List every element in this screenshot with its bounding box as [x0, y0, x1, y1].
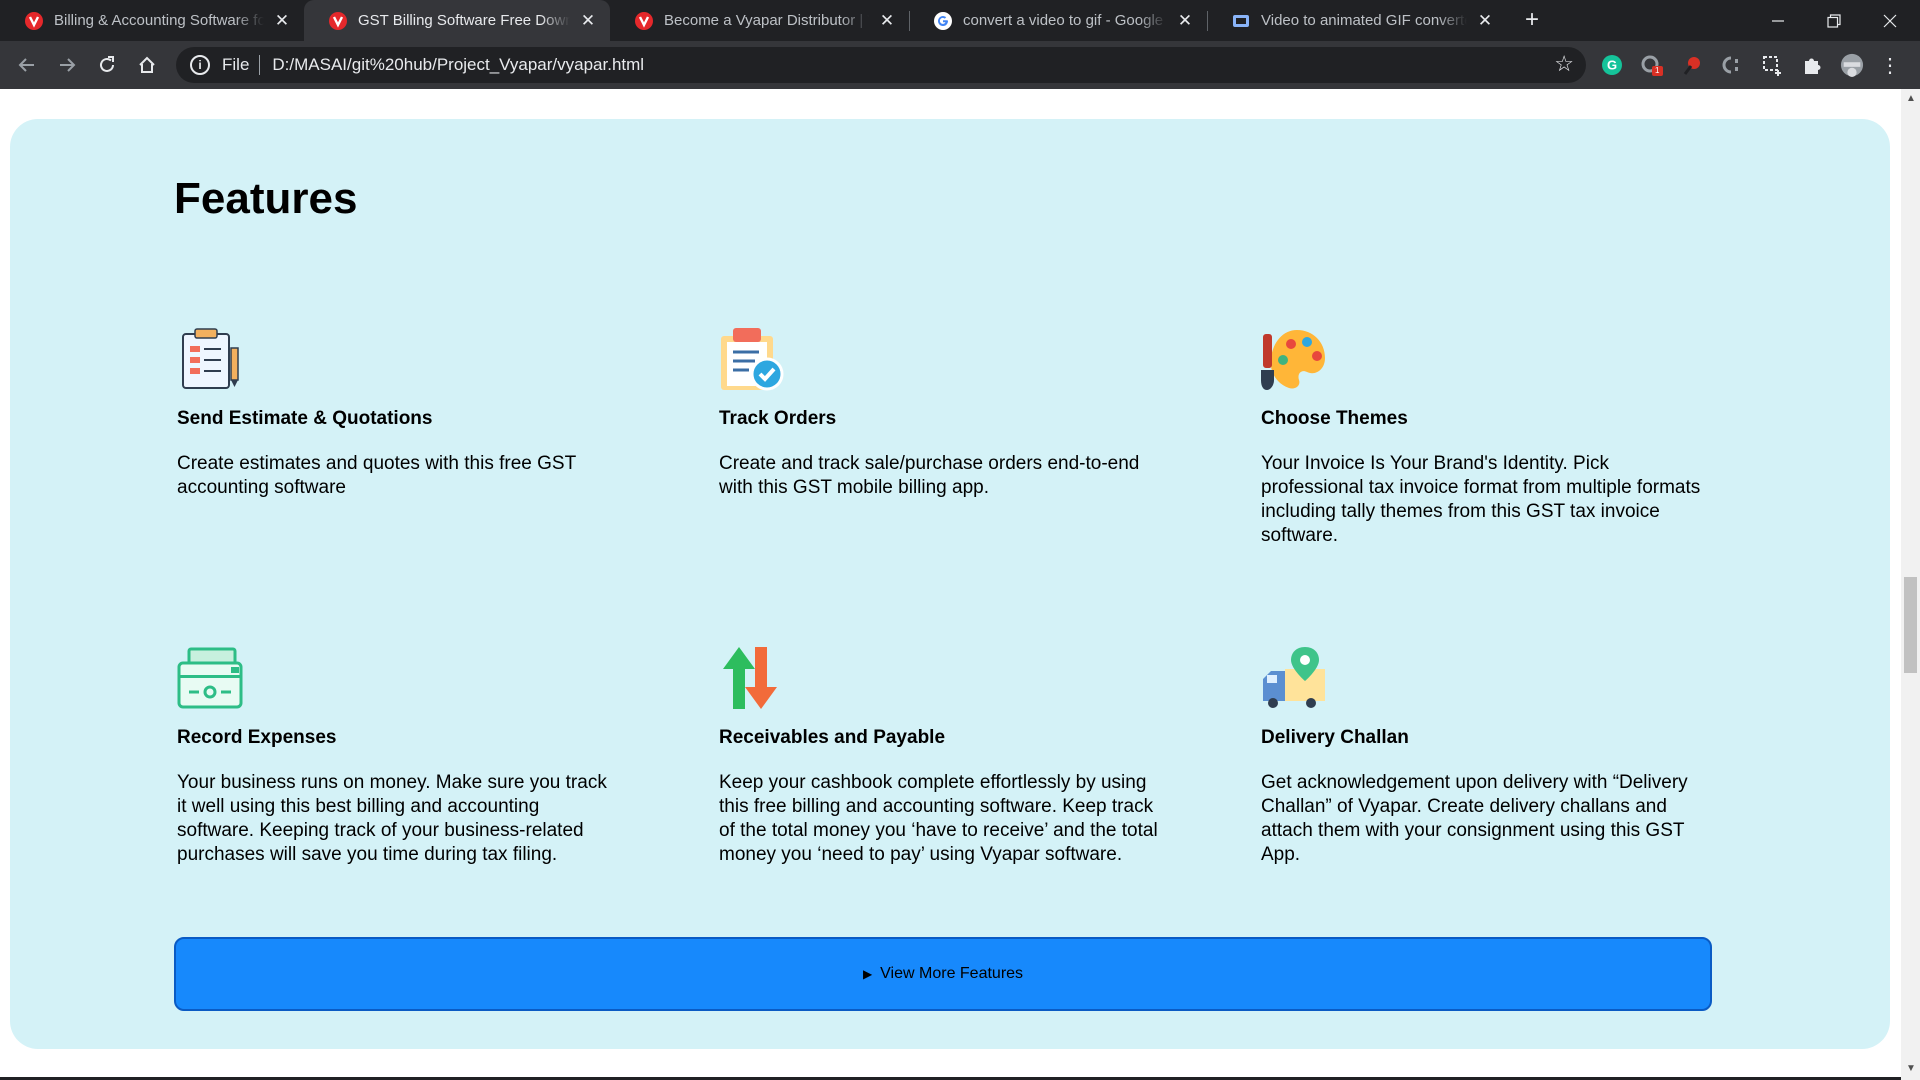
estimate-document-icon — [177, 326, 243, 392]
browser-tab[interactable]: Video to animated GIF converter ✕ — [1207, 0, 1507, 41]
feature-description: Create estimates and quotes with this fr… — [177, 453, 576, 498]
view-more-features-button[interactable]: ▶ View More Features — [174, 937, 1712, 1011]
scroll-down-arrow-icon[interactable]: ▼ — [1906, 1063, 1916, 1074]
home-button[interactable] — [133, 51, 161, 79]
extension-with-badge-icon[interactable]: 1 — [1640, 53, 1664, 77]
tab-close-icon[interactable]: ✕ — [1475, 11, 1495, 31]
feature-description: Your Invoice Is Your Brand's Identity. P… — [1261, 453, 1701, 546]
screenshot-extension-icon[interactable] — [1760, 53, 1784, 77]
browser-toolbar: i File D:/MASAI/git%20hub/Project_Vyapar… — [0, 41, 1920, 89]
up-down-arrows-icon — [719, 645, 785, 711]
scroll-up-arrow-icon[interactable]: ▲ — [1906, 93, 1916, 104]
vyapar-favicon-icon — [634, 11, 654, 31]
close-icon — [1883, 14, 1897, 27]
extensions-puzzle-icon[interactable] — [1800, 53, 1824, 77]
feature-description: Your business runs on money. Make sure y… — [177, 772, 607, 865]
page-scrollbar[interactable]: ▲ ▼ — [1901, 89, 1920, 1080]
close-window-button[interactable] — [1862, 0, 1918, 41]
scrollbar-thumb[interactable] — [1904, 577, 1917, 673]
wallet-icon — [177, 645, 243, 711]
url-text[interactable]: D:/MASAI/git%20hub/Project_Vyapar/vyapar… — [272, 55, 644, 75]
feature-title: Choose Themes — [1261, 408, 1408, 429]
feature-title: Delivery Challan — [1261, 727, 1409, 748]
browser-tab[interactable]: Billing & Accounting Software for Small … — [0, 0, 304, 41]
back-button[interactable] — [13, 51, 41, 79]
minimize-icon — [1772, 19, 1784, 22]
scheme-label: File — [222, 55, 250, 74]
ezgif-favicon-icon — [1231, 11, 1251, 31]
browser-menu-icon[interactable]: ⋮ — [1880, 53, 1900, 77]
feature-card: Choose Themes Your Invoice Is Your Brand… — [1261, 326, 1701, 548]
profile-avatar-icon[interactable] — [1840, 53, 1864, 77]
tab-close-icon[interactable]: ✕ — [1175, 11, 1195, 31]
site-info-icon[interactable]: i — [190, 55, 210, 75]
restore-button[interactable] — [1806, 0, 1862, 41]
feature-title: Receivables and Payable — [719, 727, 946, 748]
feature-description: Get acknowledgement upon delivery with “… — [1261, 772, 1688, 865]
browser-tab[interactable]: Become a Vyapar Distributor | Vyapar ✕ — [610, 0, 909, 41]
feature-description: Create and track sale/purchase orders en… — [719, 453, 1140, 498]
address-bar[interactable]: i File D:/MASAI/git%20hub/Project_Vyapar… — [176, 47, 1586, 83]
pen-extension-icon[interactable] — [1680, 53, 1704, 77]
feature-card: Delivery Challan Get acknowledgement upo… — [1261, 645, 1701, 867]
svg-text:G: G — [1607, 58, 1617, 73]
feature-title: Record Expenses — [177, 727, 337, 748]
page-viewport: Features Send Estimate & Quotations Crea… — [0, 89, 1901, 1080]
tab-close-icon[interactable]: ✕ — [578, 11, 598, 31]
tab-title: Video to animated GIF converter — [1261, 12, 1467, 29]
code-extension-icon[interactable] — [1720, 53, 1744, 77]
forward-button[interactable] — [53, 51, 81, 79]
restore-icon — [1827, 13, 1841, 28]
home-icon — [139, 56, 155, 73]
feature-card: Receivables and Payable Keep your cashbo… — [719, 645, 1159, 867]
feature-card: Send Estimate & Quotations Create estima… — [177, 326, 617, 500]
checklist-clipboard-icon — [719, 326, 785, 392]
vyapar-favicon-icon — [24, 11, 44, 31]
minimize-button[interactable] — [1750, 0, 1806, 41]
google-favicon-icon — [933, 11, 953, 31]
paint-palette-icon — [1261, 326, 1327, 392]
feature-title: Track Orders — [719, 408, 837, 429]
bookmark-star-icon[interactable]: ☆ — [1554, 53, 1574, 75]
reload-button[interactable] — [93, 51, 121, 79]
delivery-truck-icon — [1261, 645, 1327, 711]
back-arrow-icon — [18, 58, 34, 72]
browser-tab-strip: Billing & Accounting Software for Small … — [0, 0, 1920, 41]
browser-tab-active[interactable]: GST Billing Software Free Download ✕ — [304, 0, 610, 41]
extension-badge: 1 — [1655, 66, 1660, 75]
forward-arrow-icon — [60, 58, 76, 72]
reload-icon — [100, 56, 114, 72]
new-tab-button[interactable]: + — [1519, 8, 1545, 34]
address-divider — [259, 55, 261, 75]
tab-close-icon[interactable]: ✕ — [272, 11, 292, 31]
vyapar-favicon-icon — [328, 11, 348, 31]
tab-close-icon[interactable]: ✕ — [877, 11, 897, 31]
tab-title: Billing & Accounting Software for Small … — [54, 12, 264, 29]
view-more-label: View More Features — [880, 965, 1024, 982]
disclosure-triangle-icon: ▶ — [862, 967, 873, 981]
feature-description: Keep your cashbook complete effortlessly… — [719, 772, 1158, 865]
feature-title: Send Estimate & Quotations — [177, 408, 433, 429]
features-section: Features Send Estimate & Quotations Crea… — [10, 119, 1890, 1049]
tab-title: convert a video to gif - Google Search — [963, 12, 1167, 29]
browser-tab[interactable]: convert a video to gif - Google Search ✕ — [909, 0, 1207, 41]
feature-card: Record Expenses Your business runs on mo… — [177, 645, 617, 867]
grammarly-extension-icon[interactable]: G — [1600, 53, 1624, 77]
tab-title: Become a Vyapar Distributor | Vyapar — [664, 12, 869, 29]
tab-title: GST Billing Software Free Download — [358, 12, 570, 29]
features-heading: Features — [174, 174, 358, 223]
feature-card: Track Orders Create and track sale/purch… — [719, 326, 1159, 500]
